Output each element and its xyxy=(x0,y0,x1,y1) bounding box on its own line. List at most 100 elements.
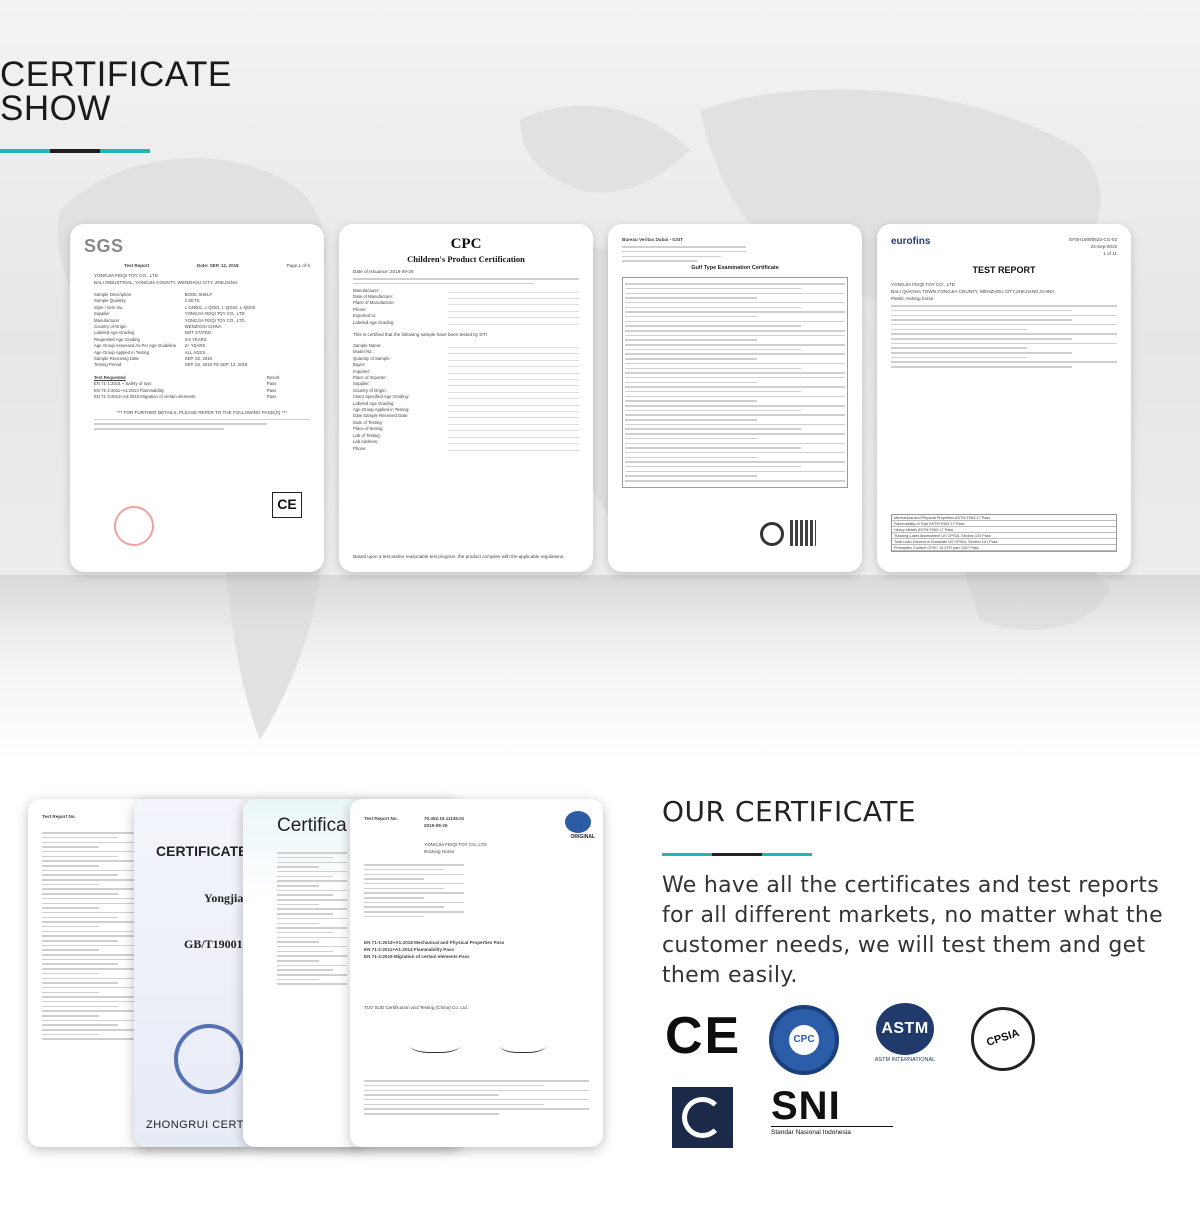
sgs-info-value: SEP. 03, 2018 TO SEP. 12, 2018 xyxy=(184,362,248,368)
certificate-card-eurofins[interactable]: eurofins EFSH19000523-CG-02 23-Sep-2019 … xyxy=(877,224,1131,572)
cpc-subtitle: Children's Product Certification xyxy=(407,254,525,264)
sgs-info-rows: Sample Description BOOK SHELF Sample Quant… xyxy=(94,292,310,369)
sgs-date: Date: SEP. 12, 2018 xyxy=(196,263,239,268)
cpc-fields: Manufacturer: Date of Manufacture: Place o… xyxy=(353,288,579,326)
bv-title: Gulf Type Examination Certificate xyxy=(691,264,779,271)
signature-icon-2 xyxy=(500,1035,546,1053)
cpsia-logo-text: CPSIA xyxy=(985,1027,1021,1049)
our-certificate-description: We have all the certificates and test re… xyxy=(662,873,1164,988)
cpc-logo-icon: CPC xyxy=(769,1005,839,1075)
stack2-head: CERTIFICATE xyxy=(156,843,248,859)
eurofins-title: TEST REPORT xyxy=(972,265,1036,275)
tuv-logo-icon xyxy=(565,811,591,833)
cpc-field-line xyxy=(447,313,579,319)
eurofins-applicant: YONGJIA FEIQI TOY CO., LTD xyxy=(891,282,955,287)
stack4-tests: EN 71-1:2014+A1:2018 Mechanical and Phys… xyxy=(364,939,589,960)
sgs-result-key: EN 71-3:2013+A3:2018 Migration of certai… xyxy=(94,394,196,400)
cpc-title: CPC xyxy=(450,236,482,252)
cpc-field2-line xyxy=(447,369,579,374)
certificate-card-gcc[interactable]: Bureau Veritas Dubai - GSIT Gulf Type Ex… xyxy=(608,224,862,572)
section-title-line2: SHOW xyxy=(0,89,111,128)
cpc-field2-line xyxy=(447,375,579,381)
eurofins-address: BALI QIAOXIA TOWN,YONGJIA COUNTY, WENZHO… xyxy=(891,289,1055,294)
cpc-field2-line xyxy=(447,349,579,355)
cpc-field2-line xyxy=(447,343,579,348)
cpc-field2-line xyxy=(447,356,579,361)
cpc-field2-line xyxy=(447,401,579,406)
sgs-results: EN 71-1:2014 + Safety of toys Pass EN 71-2… xyxy=(94,381,310,400)
cpc-footer: Based upon a test and/or reasonable test… xyxy=(353,554,565,559)
stack4-badge: ORIGINAL xyxy=(570,834,595,840)
astm-logo-text: ASTM xyxy=(876,1003,934,1055)
sgs-result-value: Pass xyxy=(266,394,277,400)
cpc-field2-line xyxy=(447,433,579,438)
cpc-logo-text: CPC xyxy=(789,1025,819,1055)
sgs-address: BALI INDUSTRIAL, YONGJIA COUNTY, WENZHOU… xyxy=(94,280,238,285)
stack4-test-row: EN 71-3:2019 Migration of certain elemen… xyxy=(364,954,470,959)
cpc-field2-line xyxy=(447,407,579,413)
stack1-head: Test Report No. xyxy=(42,814,76,819)
stack4-applicant: YONGJIA FEIQI TOY CO.,LTD xyxy=(424,842,487,847)
cpc-field-line xyxy=(447,294,579,299)
sgs-report-label: Test Report xyxy=(124,263,150,268)
cpc-field2-line xyxy=(447,388,579,393)
astm-logo-caption: ASTM INTERNATIONAL xyxy=(874,1057,936,1063)
cpsia-logo-icon: CPSIA xyxy=(971,1007,1035,1071)
cpc-statement: This is certified that the following sam… xyxy=(353,332,487,337)
cpc-field-line xyxy=(447,300,579,306)
stack4-date: 2019-08-26 xyxy=(424,823,448,828)
stack4-head: Test Report No. xyxy=(364,816,398,821)
cpc-fields2: Sample Name: Model No.: Quantity of Sample… xyxy=(353,343,579,452)
qr-code-icon xyxy=(790,520,816,546)
ce-logo-icon: CE xyxy=(665,1007,742,1065)
stack3-head: Certifica xyxy=(277,815,347,836)
eurofins-page: 1 of 11 xyxy=(1103,251,1117,256)
gcc-mark-icon xyxy=(760,522,784,546)
astm-logo-icon: ASTM ASTM INTERNATIONAL xyxy=(870,1003,940,1067)
stack4-lab: TUV SUD Certification and Testing (China… xyxy=(364,1005,469,1010)
eurofins-report-no: EFSH19000523-CG-02 xyxy=(1069,237,1117,242)
sni-logo-icon: SNI Standar Nasional Indonesia xyxy=(771,1086,895,1142)
cpc-field2-line xyxy=(447,420,579,425)
bv-header: Bureau Veritas Dubai - GSIT xyxy=(622,237,684,242)
cpc-field-line xyxy=(447,307,579,312)
sgs-page: Page 1 of 5 xyxy=(286,263,310,268)
cpc-field-row: Labeled Age Grading: xyxy=(353,320,579,326)
cpc-field2-line xyxy=(447,446,579,451)
cpc-field2-label: Phone: xyxy=(353,445,367,451)
eurofins-date: 23-Sep-2019 xyxy=(1090,244,1117,249)
cpc-field2-line xyxy=(447,426,579,432)
cpc-field2-line xyxy=(447,439,579,445)
sgs-stamp-icon xyxy=(114,506,154,546)
shelf-shadow xyxy=(0,575,1200,670)
stack-card-tuv-report-front[interactable]: Test Report No. 70.452.19.11145.01 2019-… xyxy=(350,799,603,1147)
sni-logo-text: SNI xyxy=(771,1084,841,1128)
bv-table xyxy=(622,276,848,488)
our-certificate-title: OUR CERTIFICATE xyxy=(662,795,917,828)
cpc-field2-row: Phone: xyxy=(353,446,579,452)
ce-mark: CE xyxy=(272,492,302,518)
cpc-field2-line xyxy=(447,394,579,400)
stack4-test-row: EN 71-1:2014+A1:2018 Mechanical and Phys… xyxy=(364,940,505,945)
eurofins-sample: Plastic rocking horse xyxy=(891,296,934,301)
stack4-test-row: EN 71-2:2011+A1:2014 Flammability Pass xyxy=(364,947,455,952)
sgs-info-key: Testing Period xyxy=(94,362,122,368)
eurofins-logo: eurofins xyxy=(891,236,931,247)
certificate-card-sgs[interactable]: SGS Test Report Date: SEP. 12, 2018 Page… xyxy=(70,224,324,572)
stack4-product: Rocking Horse xyxy=(424,849,455,854)
sgs-applicant: YONGJIA FEIQI TOY CO., LTD xyxy=(94,273,158,278)
cpc-field2-line xyxy=(447,381,579,387)
cpc-issued: Date of Issuance: 2018-09-26 xyxy=(353,269,414,274)
certificate-card-cpc[interactable]: CPC Children's Product Certification Dat… xyxy=(339,224,593,572)
cpc-field2-line xyxy=(447,413,579,419)
iso-seal-icon xyxy=(174,1024,244,1094)
sgs-footer-note: *** FOR FURTHER DETAILS, PLEASE REFER TO… xyxy=(116,409,287,415)
cpc-field-line xyxy=(447,320,579,325)
gcc-logo-icon xyxy=(672,1087,733,1148)
cpc-field-line xyxy=(447,288,579,293)
section-title: CERTIFICATE SHOW xyxy=(0,55,300,128)
eurofins-table-row: Phthalates Content CPSC 16 CFR part 1307… xyxy=(892,545,1116,551)
cpc-field2-line xyxy=(447,362,579,368)
section-title-line1: CERTIFICATE xyxy=(0,55,232,94)
cpc-field-label: Labeled Age Grading: xyxy=(353,319,395,325)
